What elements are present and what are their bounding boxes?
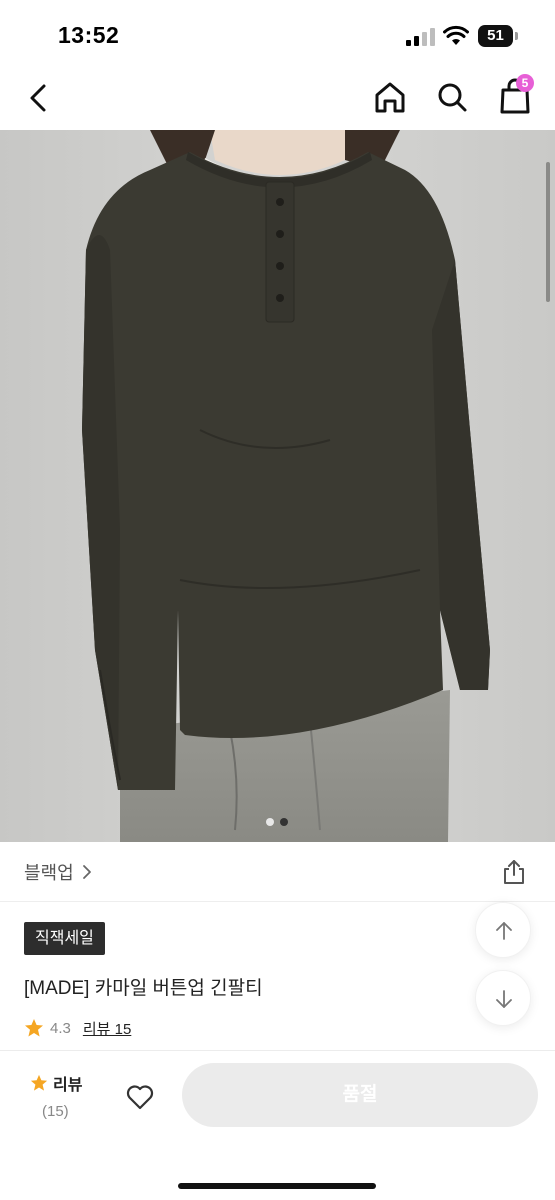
- home-icon: [375, 82, 405, 113]
- rating-value: 4.3: [50, 1019, 71, 1037]
- soldout-button[interactable]: 품절: [182, 1063, 538, 1127]
- star-icon: [25, 1019, 43, 1037]
- share-button[interactable]: [500, 858, 528, 886]
- signal-icon: [406, 28, 435, 46]
- search-button[interactable]: [433, 78, 471, 116]
- status-bar: 13:52 51: [0, 0, 555, 70]
- wifi-icon: [443, 25, 469, 45]
- star-icon: [30, 1074, 48, 1091]
- review-link[interactable]: 리뷰 15: [83, 1018, 131, 1039]
- carousel-dot-active[interactable]: [280, 818, 288, 826]
- chevron-right-icon: [82, 865, 91, 879]
- back-button[interactable]: [22, 80, 58, 116]
- arrow-up-icon: [496, 922, 512, 940]
- rating-row: 4.3 리뷰 15: [24, 1017, 131, 1039]
- review-count: (15): [42, 1103, 69, 1120]
- review-summary[interactable]: 리뷰 (15): [30, 1071, 90, 1131]
- header: 5: [0, 70, 555, 130]
- carousel-dots: [266, 818, 292, 828]
- category-row: 블랙업: [0, 842, 555, 902]
- search-icon: [438, 83, 467, 112]
- home-button[interactable]: [371, 78, 409, 116]
- carousel-dot[interactable]: [266, 818, 274, 826]
- battery-icon: 51: [478, 25, 518, 47]
- heart-icon: [126, 1085, 154, 1110]
- category-label: 블랙업: [24, 863, 74, 883]
- cart-count-badge: 5: [516, 74, 534, 92]
- bottom-action-bar: 리뷰 (15) 품절: [0, 1050, 555, 1200]
- back-icon: [30, 84, 46, 112]
- product-photo: [0, 130, 555, 842]
- share-icon: [504, 860, 524, 884]
- cart-button[interactable]: 5: [495, 74, 535, 116]
- sale-badge: 직잭세일: [24, 922, 105, 955]
- product-image[interactable]: [0, 130, 555, 842]
- battery-level: 51: [487, 27, 504, 44]
- category-link[interactable]: 블랙업: [24, 859, 92, 885]
- status-time: 13:52: [58, 22, 120, 48]
- review-label: 리뷰: [53, 1077, 83, 1094]
- wishlist-button[interactable]: [124, 1081, 156, 1113]
- scrollbar[interactable]: [546, 162, 550, 302]
- scroll-down-button[interactable]: [475, 970, 531, 1026]
- arrow-down-icon: [496, 990, 512, 1008]
- product-title: [MADE] 카마일 버튼업 긴팔티: [24, 978, 263, 999]
- home-indicator: [178, 1183, 376, 1189]
- scroll-up-button[interactable]: [475, 902, 531, 958]
